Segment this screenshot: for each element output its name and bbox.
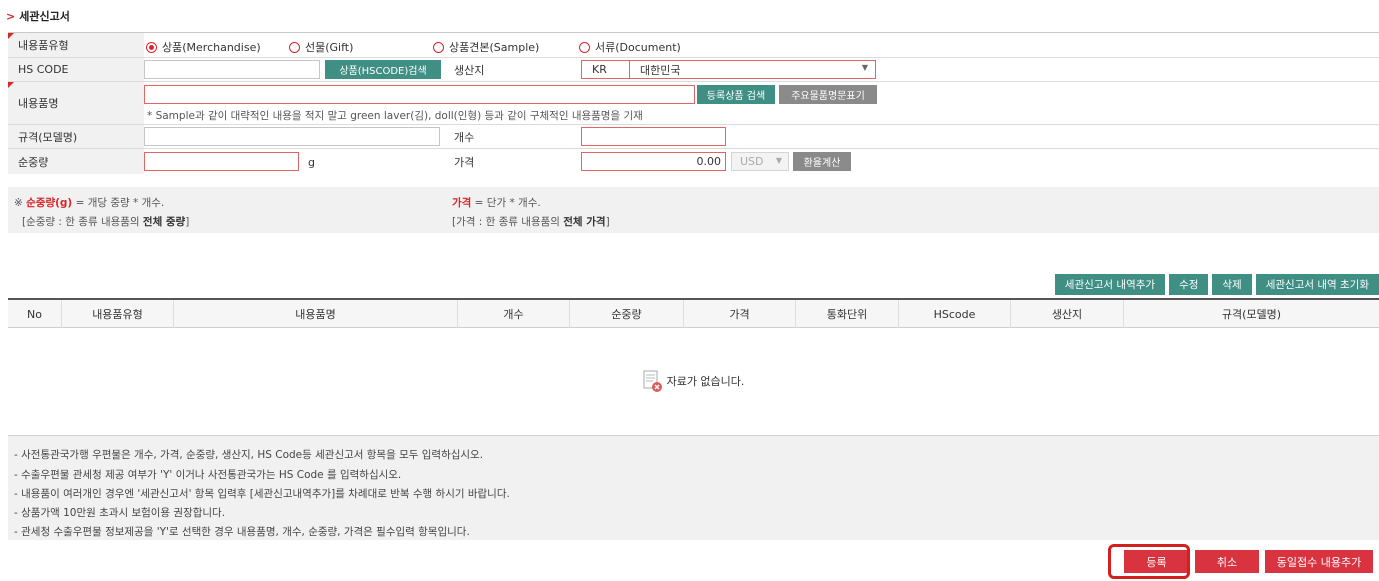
weight-note-key: 순중량(g) xyxy=(26,197,73,209)
radio-label: 상품견본(Sample) xyxy=(449,41,540,54)
dropdown-arrow-icon: ▼ xyxy=(861,63,868,72)
note-prefix: ※ xyxy=(14,197,27,209)
guide-line: - 사전통관국가행 우편물은 개수, 가격, 순중량, 생산지, HS Code… xyxy=(14,449,484,461)
weight-price-row: 순중량 g 가격 0.00 USD ▼ 환율계산 xyxy=(8,149,1379,174)
col-hscode: HScode xyxy=(899,300,1011,328)
radio-unchecked-icon xyxy=(289,41,300,53)
chevron-right-icon: > xyxy=(6,10,16,23)
guide-line: - 수출우편물 관세청 제공 여부가 'Y' 이거나 사전통관국가는 HS Co… xyxy=(14,469,402,481)
major-items-button[interactable]: 주요물품명문표기 xyxy=(779,85,877,104)
detail-text: ] xyxy=(185,216,190,228)
radio-checked-icon xyxy=(146,41,157,53)
price-note-key: 가격 xyxy=(452,197,472,209)
same-day-add-button[interactable]: 동일접수 내용추가 xyxy=(1265,550,1373,573)
section-title: > 세관신고서 xyxy=(6,8,70,24)
declaration-table: No 내용품유형 내용품명 개수 순중량 가격 통화단위 HScode 생산지 … xyxy=(8,298,1379,436)
weight-note-formula: = 개당 중량 * 개수. xyxy=(72,197,165,209)
col-net-weight: 순중량 xyxy=(570,300,684,328)
item-name-label: 내용품명 xyxy=(8,82,144,124)
price-label: 가격 xyxy=(454,155,475,169)
col-origin: 생산지 xyxy=(1011,300,1124,328)
spec-input[interactable] xyxy=(144,127,440,146)
price-note: 가격 = 단가 * 개수. xyxy=(452,195,541,210)
weight-note: ※ 순중량(g) = 개당 중량 * 개수. xyxy=(14,195,164,210)
origin-code-field[interactable]: KR xyxy=(581,60,630,79)
spec-label: 규격(모델명) xyxy=(8,125,144,148)
detail-text: [순중량 : 한 종류 내용품의 xyxy=(22,216,143,228)
col-price: 가격 xyxy=(684,300,796,328)
spec-row: 규격(모델명) 개수 xyxy=(8,125,1379,149)
edit-button[interactable]: 수정 xyxy=(1169,274,1209,295)
count-input[interactable] xyxy=(581,127,726,146)
weight-detail: [순중량 : 한 종류 내용품의 전체 중량] xyxy=(22,214,189,229)
radio-document[interactable]: 서류(Document) xyxy=(579,39,681,55)
col-count: 개수 xyxy=(458,300,570,328)
empty-message: 자료가 없습니다. xyxy=(666,375,745,388)
col-item-name: 내용품명 xyxy=(174,300,458,328)
content-type-label: 내용품유형 xyxy=(8,33,144,57)
radio-sample[interactable]: 상품견본(Sample) xyxy=(433,39,539,55)
col-content-type: 내용품유형 xyxy=(62,300,174,328)
radio-gift[interactable]: 선물(Gift) xyxy=(289,39,353,55)
price-value: 0.00 xyxy=(696,155,722,168)
hscode-search-button[interactable]: 상품(HSCODE)검색 xyxy=(325,60,441,79)
currency-select[interactable]: USD ▼ xyxy=(731,152,789,171)
radio-unchecked-icon xyxy=(433,41,444,53)
guide-line: - 내용품이 여러개인 경우엔 '세관신고서' 항목 입력후 [세관신고내역추가… xyxy=(14,488,510,500)
no-data-icon xyxy=(643,370,662,392)
hs-code-row: HS CODE 상품(HSCODE)검색 생산지 KR 대한민국 ▼ xyxy=(8,58,1379,82)
origin-country-select[interactable]: 대한민국 ▼ xyxy=(629,60,876,79)
origin-country: 대한민국 xyxy=(640,63,681,77)
origin-label: 생산지 xyxy=(454,64,485,77)
list-action-buttons: 세관신고서 내역추가 수정 삭제 세관신고서 내역 초기화 xyxy=(1054,274,1379,295)
reset-declaration-button[interactable]: 세관신고서 내역 초기화 xyxy=(1255,274,1379,295)
radio-unchecked-icon xyxy=(579,41,590,53)
col-currency: 통화단위 xyxy=(796,300,899,328)
register-highlight-box xyxy=(1108,544,1190,579)
radio-merchandise[interactable]: 상품(Merchandise) xyxy=(146,39,261,55)
weight-unit: g xyxy=(308,156,315,169)
delete-button[interactable]: 삭제 xyxy=(1212,274,1252,295)
detail-bold: 전체 중량 xyxy=(142,216,186,228)
dropdown-arrow-icon: ▼ xyxy=(775,156,782,165)
col-no: No xyxy=(8,300,62,328)
exchange-calc-button[interactable]: 환율계산 xyxy=(793,152,851,171)
net-weight-input[interactable] xyxy=(144,152,299,171)
item-name-row: 내용품명 등록상품 검색 주요물품명문표기 * Sample과 같이 대략적인 … xyxy=(8,82,1379,125)
notes-area: ※ 순중량(g) = 개당 중량 * 개수. [순중량 : 한 종류 내용품의 … xyxy=(8,187,1379,233)
price-note-formula: = 단가 * 개수. xyxy=(471,197,541,209)
section-title-text: 세관신고서 xyxy=(19,10,70,23)
guide-notes: - 사전통관국가행 우편물은 개수, 가격, 순중량, 생산지, HS Code… xyxy=(8,436,1379,540)
guide-line: - 관세청 수출우편물 정보제공을 'Y'로 선택한 경우 내용품명, 개수, … xyxy=(14,526,470,538)
hs-code-input[interactable] xyxy=(144,60,320,79)
origin-code: KR xyxy=(592,63,607,76)
cancel-button[interactable]: 취소 xyxy=(1195,550,1259,573)
count-label: 개수 xyxy=(454,131,475,144)
price-detail: [가격 : 한 종류 내용품의 전체 가격] xyxy=(452,214,610,229)
registered-item-search-button[interactable]: 등록상품 검색 xyxy=(697,85,775,104)
item-name-hint: * Sample과 같이 대략적인 내용을 적지 말고 green laver(… xyxy=(147,110,643,122)
empty-state: 자료가 없습니다. xyxy=(8,370,1379,392)
col-spec: 규격(모델명) xyxy=(1221,308,1282,321)
currency-value: USD xyxy=(740,155,764,168)
add-declaration-button[interactable]: 세관신고서 내역추가 xyxy=(1054,274,1166,295)
detail-bold: 전체 가격 xyxy=(563,216,606,228)
price-input[interactable]: 0.00 xyxy=(581,152,726,171)
customs-form: 내용품유형 상품(Merchandise) 선물(Gift) 상품견본(Samp… xyxy=(8,32,1379,174)
net-weight-label: 순중량 xyxy=(8,149,144,174)
radio-label: 서류(Document) xyxy=(595,41,681,54)
detail-text: ] xyxy=(605,216,610,228)
radio-label: 선물(Gift) xyxy=(305,41,354,54)
content-type-row: 내용품유형 상품(Merchandise) 선물(Gift) 상품견본(Samp… xyxy=(8,33,1379,58)
radio-label: 상품(Merchandise) xyxy=(162,41,261,54)
detail-text: [가격 : 한 종류 내용품의 xyxy=(452,216,564,228)
item-name-input[interactable] xyxy=(144,85,695,104)
guide-line: - 상품가액 10만원 초과시 보험이용 권장합니다. xyxy=(14,507,226,519)
hs-code-label: HS CODE xyxy=(8,58,144,81)
table-header: No 내용품유형 내용품명 개수 순중량 가격 통화단위 HScode 생산지 … xyxy=(8,300,1379,328)
